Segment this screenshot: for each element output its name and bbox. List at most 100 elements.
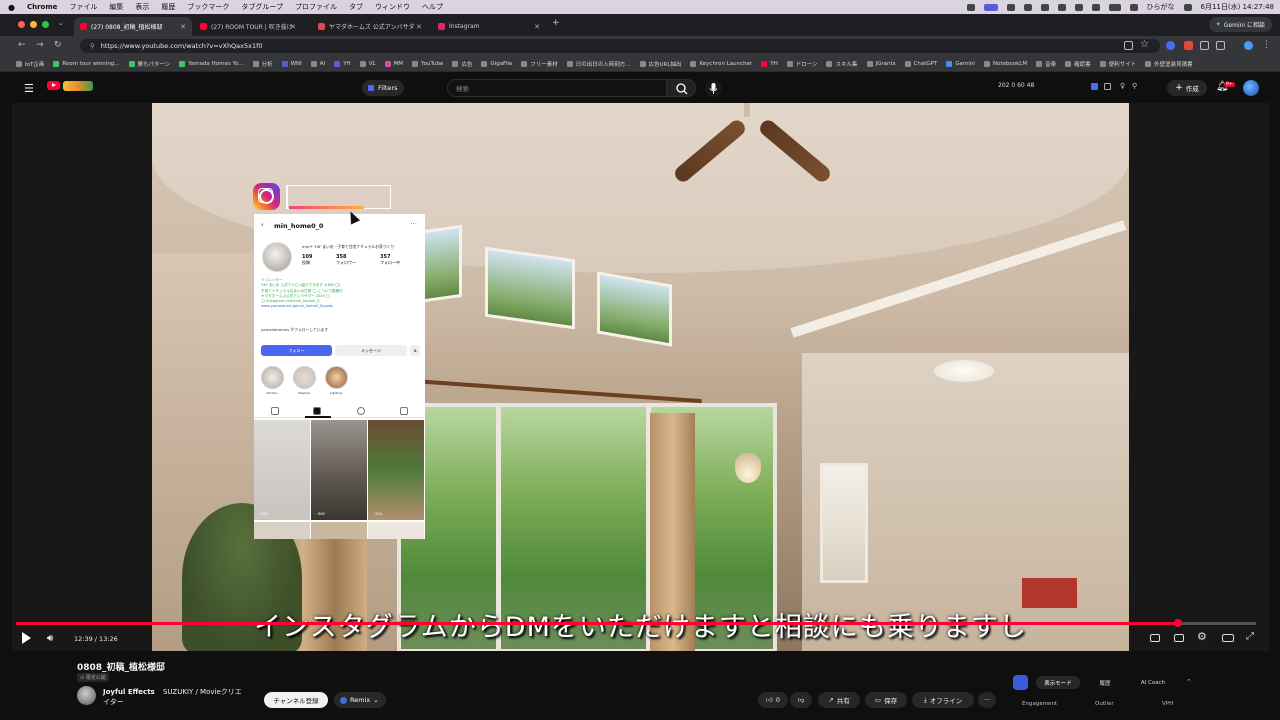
menu-view[interactable]: 表示 (135, 2, 149, 12)
bookmark-item[interactable]: AI (310, 60, 325, 68)
extension-logo-icon[interactable] (1013, 675, 1028, 690)
menu-history[interactable]: 履歴 (161, 2, 175, 12)
status-icon[interactable] (1006, 3, 1015, 11)
download-button[interactable]: ⤓ オフライン (912, 692, 974, 708)
reload-icon[interactable]: ↻ (54, 40, 62, 50)
like-button[interactable]: 👍︎ 0 (758, 692, 788, 708)
subtitles-icon[interactable] (1174, 634, 1184, 642)
tab-close-icon[interactable]: ✕ (534, 23, 540, 31)
extension-icon[interactable] (1091, 83, 1098, 90)
bookmark-item[interactable]: 広告 (452, 60, 472, 68)
bookmark-item[interactable]: GigaFile (481, 60, 512, 68)
bookmark-item[interactable]: 音楽 (1036, 60, 1056, 68)
bookmark-item[interactable]: YH (334, 60, 351, 68)
window-close-icon[interactable] (18, 21, 25, 28)
chevron-up-icon[interactable]: ⌃ (1186, 678, 1192, 686)
channel-logo[interactable] (63, 81, 93, 91)
bookmark-item[interactable]: NotebookLM (983, 60, 1027, 68)
menu-file[interactable]: ファイル (69, 2, 97, 12)
channel-name[interactable]: Joyful Effects SUZUKIY / Movieクリエ (103, 687, 242, 697)
bookmark-item[interactable]: フリー素材 (521, 60, 558, 68)
menubar-clock[interactable]: 6月11日(水) 14:27:48 (1201, 2, 1275, 12)
profile-avatar-icon[interactable] (1244, 41, 1253, 50)
extension-icon[interactable] (1184, 41, 1193, 50)
tab-close-icon[interactable]: ✕ (290, 23, 296, 31)
bookmark-item[interactable]: Gemini (946, 60, 975, 68)
theater-mode-icon[interactable] (1222, 634, 1234, 642)
status-icon[interactable] (1040, 3, 1049, 11)
new-tab-icon[interactable]: + (552, 18, 560, 28)
bookmark-star-icon[interactable]: ☆ (1140, 39, 1149, 50)
window-minimize-icon[interactable] (30, 21, 37, 28)
bookmark-item[interactable]: ドローン (786, 60, 817, 68)
sidepanel-icon[interactable] (1216, 41, 1225, 50)
miniplayer-icon[interactable] (1150, 634, 1160, 642)
channel-avatar[interactable] (77, 686, 96, 705)
search-input[interactable]: 検索 (447, 79, 667, 97)
extension-icon[interactable]: ⚲ (1132, 82, 1137, 90)
control-center-icon[interactable] (1183, 3, 1192, 11)
bookmark-item[interactable]: 分析 (252, 60, 273, 68)
segment-history[interactable]: 履歴 (1084, 676, 1126, 689)
menu-tab[interactable]: タブ (349, 2, 363, 12)
bookmark-item[interactable]: 広告URL抽出 (639, 60, 681, 68)
dislike-button[interactable]: 👎︎ (790, 692, 812, 708)
bookmark-item[interactable]: MM (384, 60, 403, 68)
extension-icon[interactable] (1104, 83, 1111, 90)
remix-button[interactable]: Remix ⌄ (334, 692, 386, 708)
bookmark-item[interactable]: 外壁塗装見積書 (1145, 60, 1193, 68)
save-button[interactable]: ▭ 保存 (865, 692, 907, 708)
volume-icon[interactable]: 🔊︎ (47, 633, 53, 644)
bookmark-item[interactable]: Keychron Launcher (690, 60, 752, 68)
ime-indicator[interactable]: ひらがな (1147, 2, 1175, 12)
tab-close-icon[interactable]: ✕ (180, 23, 186, 31)
gemini-button[interactable]: ✦ Gemini に相談 (1208, 17, 1272, 32)
volume-icon[interactable] (1091, 3, 1100, 11)
menu-window[interactable]: ウィンドウ (375, 2, 410, 12)
fullscreen-icon[interactable]: ⤢ (1246, 631, 1254, 642)
menu-tabgroups[interactable]: タブグループ (241, 2, 283, 12)
battery-icon[interactable] (1108, 3, 1121, 11)
install-icon[interactable] (1124, 41, 1133, 50)
settings-gear-icon[interactable]: ⚙ (1197, 630, 1207, 643)
bookmark-item[interactable]: 勝ちパターン (128, 60, 170, 68)
bluetooth-icon[interactable] (1074, 3, 1083, 11)
extension-icon[interactable] (1200, 41, 1209, 50)
search-button[interactable] (666, 79, 696, 97)
address-bar[interactable]: ⚲ https://www.youtube.com/watch?v=vXhQax… (80, 39, 1160, 53)
bookmark-item[interactable]: VL (359, 60, 376, 68)
menu-app[interactable]: Chrome (27, 3, 57, 11)
subscribe-button[interactable]: チャンネル登録 (264, 692, 328, 708)
status-icon[interactable] (1057, 3, 1066, 11)
tab-close-icon[interactable]: ✕ (416, 23, 422, 31)
bookmark-item[interactable]: YouTube (412, 60, 443, 68)
filters-button[interactable]: Filters (362, 80, 404, 96)
bookmark-item[interactable]: 便利サイト (1099, 60, 1136, 68)
bookmark-item[interactable]: 確認書 (1065, 60, 1091, 68)
create-button[interactable]: + 作成 (1167, 80, 1207, 96)
window-zoom-icon[interactable] (42, 21, 49, 28)
wifi-icon[interactable] (1129, 3, 1138, 11)
bookmark-item[interactable]: JGrants (866, 60, 896, 68)
tab-room-tour[interactable]: (27) ROOM TOUR | 吹き抜け ✕ (194, 17, 302, 36)
bookmark-item[interactable]: ChatGPT (904, 60, 937, 68)
browser-menu-icon[interactable]: ⋮ (1262, 40, 1271, 50)
tab-youtube-draft[interactable]: (27) 0808_初稿_植松様邸 ✕ (74, 17, 192, 36)
menu-profiles[interactable]: プロファイル (295, 2, 337, 12)
bookmark-item[interactable]: YH (761, 60, 778, 68)
forward-icon[interactable]: → (36, 40, 44, 50)
voice-search-button[interactable] (705, 80, 722, 97)
menu-bookmarks[interactable]: ブックマーク (187, 2, 229, 12)
menu-help[interactable]: ヘルプ (422, 2, 443, 12)
bookmark-item[interactable]: Room tour winning... (53, 60, 120, 68)
segment-ai-coach[interactable]: AI Coach (1130, 676, 1176, 689)
play-icon[interactable] (22, 632, 31, 644)
progress-scrubber[interactable] (1173, 619, 1182, 627)
youtube-logo[interactable] (47, 81, 60, 90)
tab-yamada-homes[interactable]: ヤマダホームズ 公式アンバサダ ✕ (312, 17, 428, 36)
segment-display-mode[interactable]: 表示モード (1036, 676, 1080, 689)
bookmark-item[interactable]: Yamada Homes Yo... (179, 60, 244, 68)
account-avatar[interactable] (1243, 80, 1259, 96)
apple-menu-icon[interactable]: ● (8, 3, 15, 12)
back-icon[interactable]: ← (18, 40, 26, 50)
